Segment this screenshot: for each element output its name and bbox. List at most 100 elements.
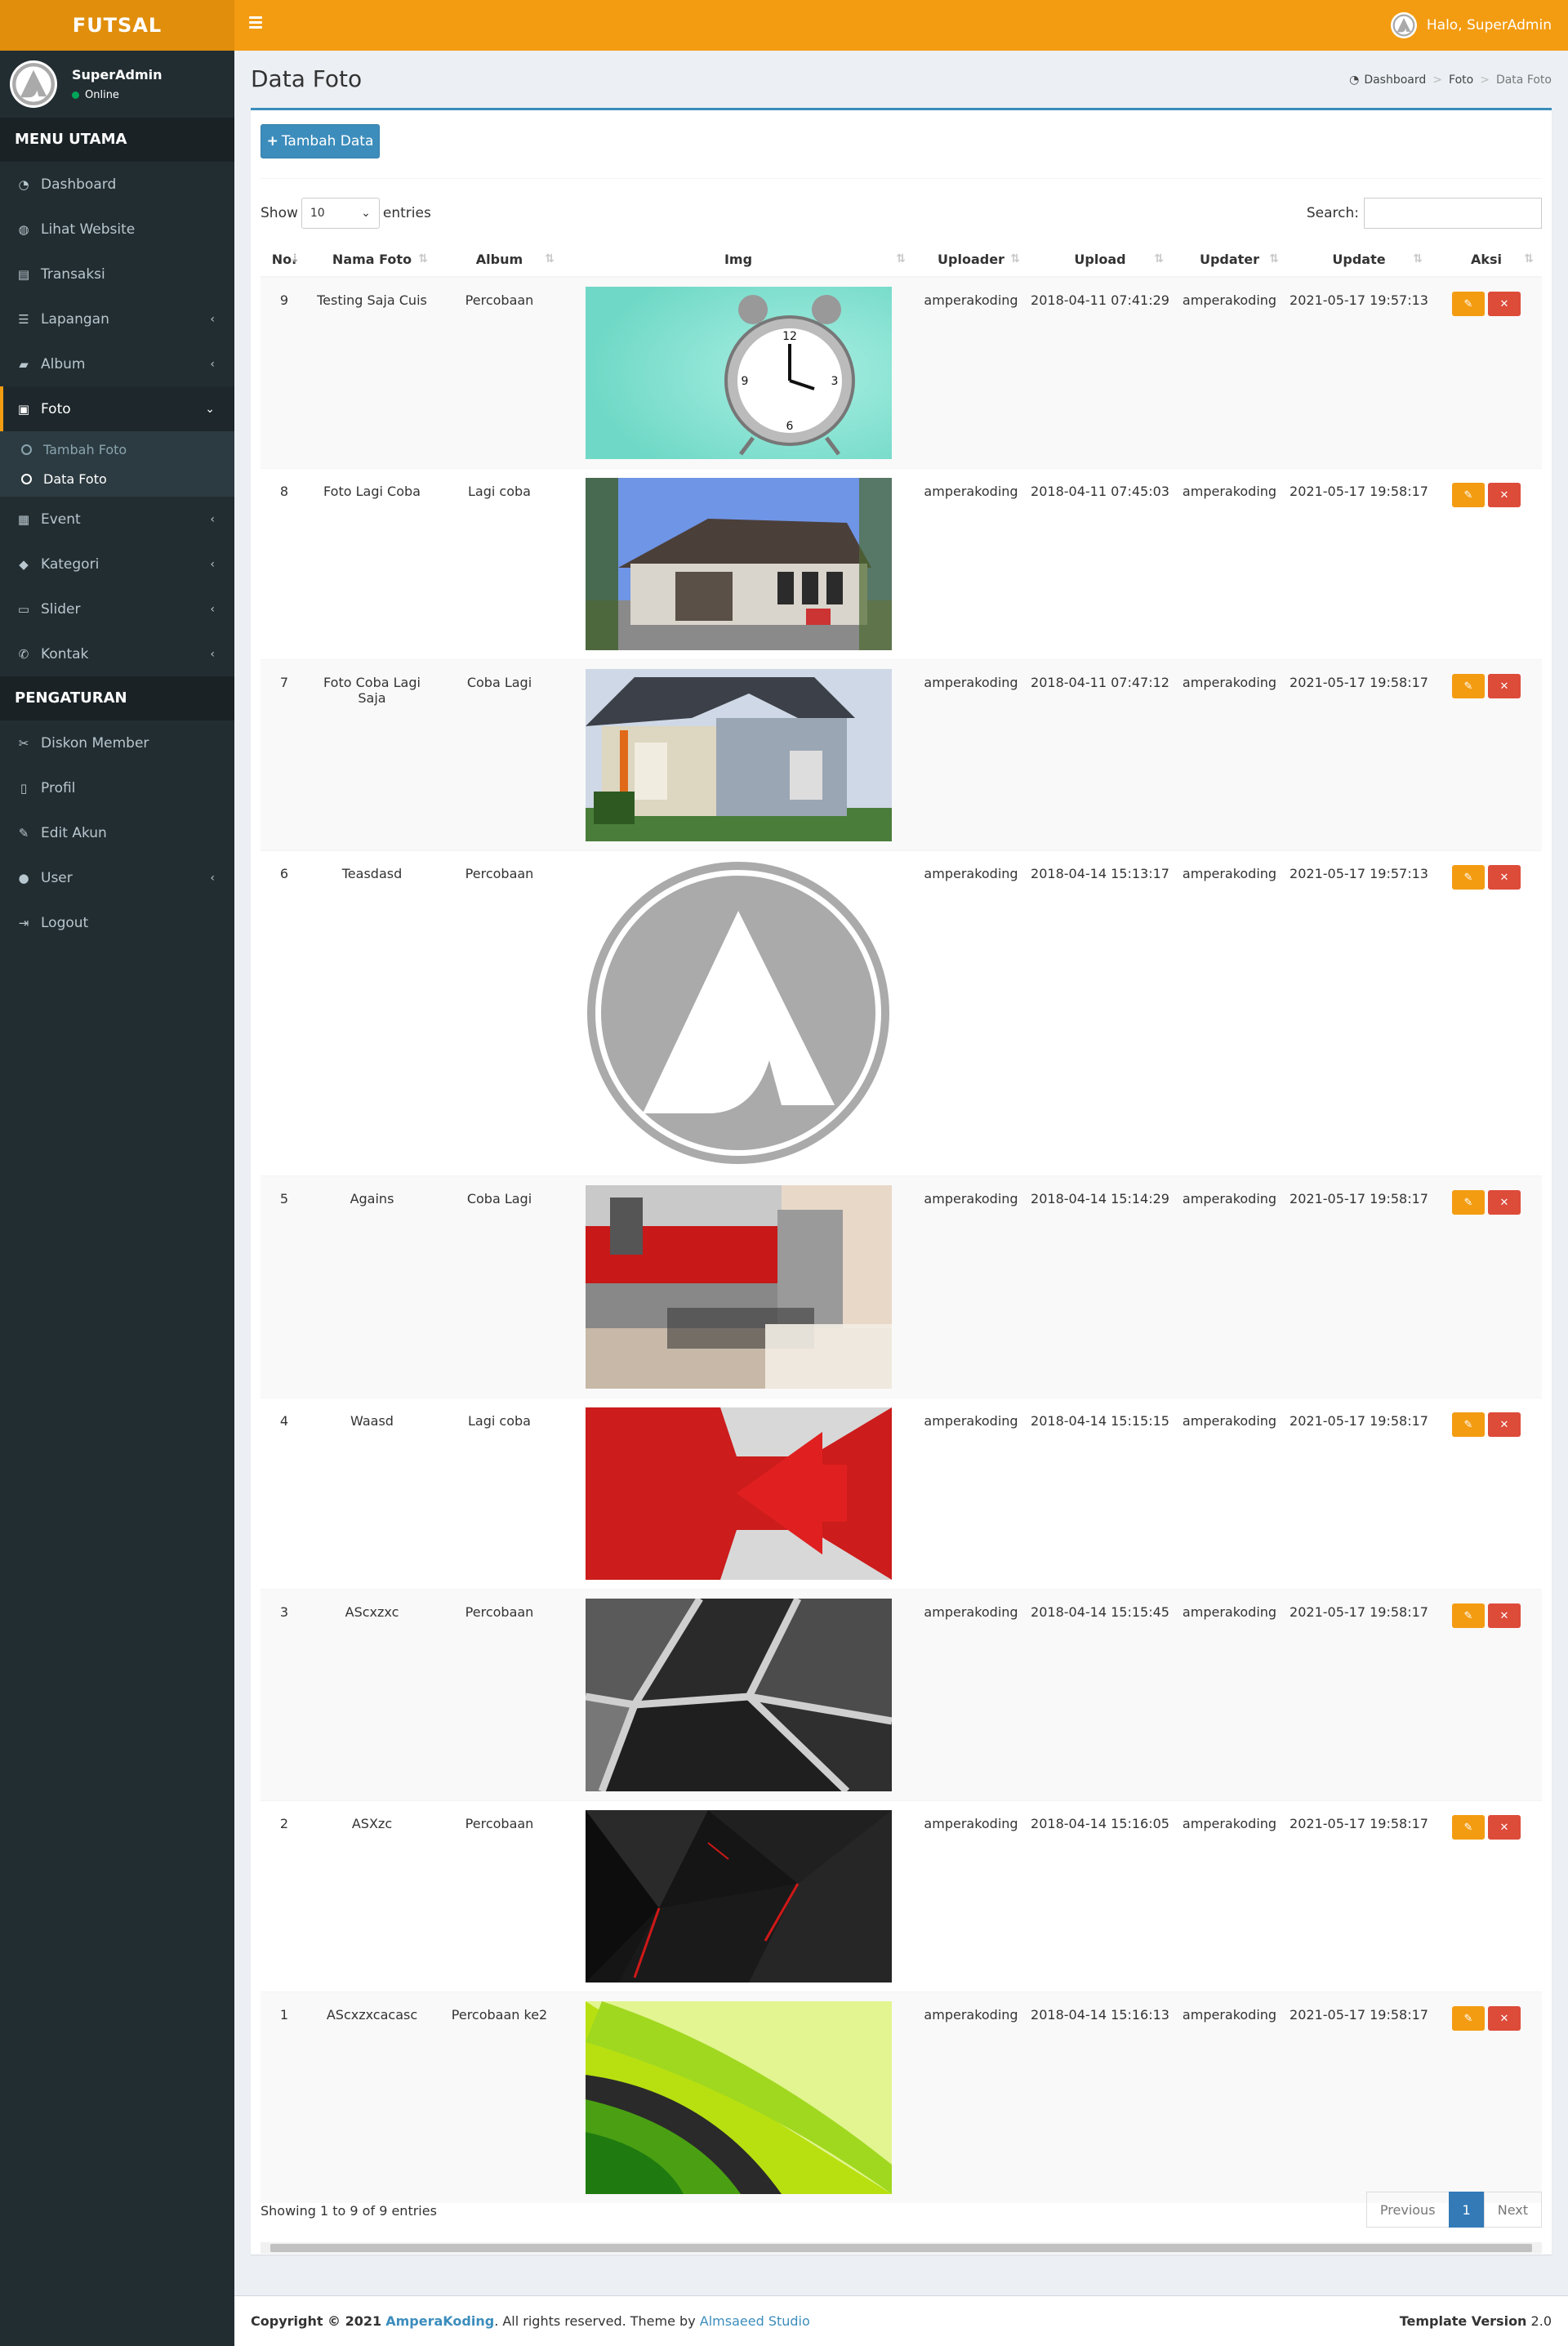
table-header-row: No. ⇣ Nama Foto ⇅ Album ⇅ Img ⇅ Uploader ⇅ Up… — [261, 243, 1542, 278]
sidebar-item-profil[interactable]: ▯ Profil — [0, 765, 234, 810]
column-header-img[interactable]: Img ⇅ — [563, 243, 914, 278]
cell-album: Percobaan — [436, 850, 563, 1176]
horizontal-scrollbar[interactable] — [261, 2242, 1542, 2254]
close-icon: ✕ — [1499, 1609, 1509, 1622]
cell-aksi: ✎ ✕ — [1431, 1800, 1542, 1992]
photo-thumbnail[interactable] — [585, 1810, 892, 1983]
sidebar-item-transaksi[interactable]: ▤ Transaksi — [0, 252, 234, 297]
user-menu[interactable]: Halo, SuperAdmin — [1390, 0, 1552, 51]
sidebar-item-album[interactable]: ▰ Album ‹ — [0, 341, 234, 386]
sidebar-item-label: Diskon Member — [41, 734, 149, 752]
table-row: 9 Testing Saja Cuis Percobaan 12 6 9 3 amperako… — [261, 276, 1542, 469]
sort-icon: ⇅ — [418, 252, 428, 265]
column-header-nama-foto[interactable]: Nama Foto ⇅ — [308, 243, 436, 278]
column-header-aksi[interactable]: Aksi ⇅ — [1431, 243, 1542, 278]
pagination-page[interactable]: 1 — [1448, 2192, 1485, 2228]
book-icon: ▤ — [17, 266, 30, 282]
sort-icon: ⇅ — [1010, 252, 1020, 265]
search-input[interactable] — [1364, 198, 1542, 229]
cell-updater: amperakoding — [1172, 1398, 1287, 1590]
sidebar-item-slider[interactable]: ▭ Slider ‹ — [0, 586, 234, 631]
photo-thumbnail[interactable] — [585, 2001, 892, 2194]
table-row: 5 Agains Coba Lagi amperakoding 2018-04-14 1… — [261, 1175, 1542, 1398]
edit-button[interactable]: ✎ — [1452, 1412, 1485, 1437]
sidebar-item-diskon-member[interactable]: ✂ Diskon Member — [0, 720, 234, 765]
pencil-icon: ✎ — [1463, 1196, 1473, 1209]
cell-aksi: ✎ ✕ — [1431, 850, 1542, 1176]
delete-button[interactable]: ✕ — [1488, 292, 1521, 316]
sign-out-icon: ⇥ — [18, 915, 29, 930]
sidebar-item-logout[interactable]: ⇥ Logout — [0, 900, 234, 945]
column-header-no[interactable]: No. ⇣ — [261, 243, 308, 278]
edit-icon: ✎ — [18, 825, 29, 841]
photo-thumbnail[interactable]: 12 6 9 3 — [585, 287, 892, 459]
breadcrumb-dashboard[interactable]: Dashboard — [1364, 74, 1426, 87]
pagination-previous[interactable]: Previous — [1365, 2192, 1450, 2228]
pagination: Previous 1 Next — [1365, 2192, 1542, 2228]
delete-button[interactable]: ✕ — [1488, 483, 1521, 507]
edit-button[interactable]: ✎ — [1452, 674, 1485, 698]
column-header-updater[interactable]: Updater ⇅ — [1172, 243, 1287, 278]
sidebar-item-edit-akun[interactable]: ✎ Edit Akun — [0, 810, 234, 855]
pencil-icon: ✎ — [1463, 680, 1473, 693]
sidebar-subitem-data-foto[interactable]: Data Foto — [0, 464, 234, 493]
edit-button[interactable]: ✎ — [1452, 865, 1485, 890]
pencil-icon: ✎ — [1463, 1609, 1473, 1622]
sidebar-item-dashboard[interactable]: ◔ Dashboard — [0, 162, 234, 207]
footer-theme-link[interactable]: Almsaeed Studio — [700, 2313, 810, 2329]
sidebar-item-event[interactable]: ▦ Event ‹ — [0, 497, 234, 542]
photo-thumbnail[interactable] — [585, 1185, 892, 1389]
pencil-icon: ✎ — [1463, 2012, 1473, 2025]
close-icon: ✕ — [1499, 1418, 1509, 1431]
avatar — [1390, 12, 1417, 38]
user-greeting: Halo, SuperAdmin — [1426, 17, 1552, 33]
sidebar-item-label: Event — [41, 511, 81, 528]
delete-button[interactable]: ✕ — [1488, 1190, 1521, 1215]
delete-button[interactable]: ✕ — [1488, 674, 1521, 698]
entries-select[interactable]: 10 ⌄ — [301, 198, 380, 229]
sidebar-item-user[interactable]: ● User ‹ — [0, 855, 234, 900]
delete-button[interactable]: ✕ — [1488, 865, 1521, 890]
photo-thumbnail[interactable] — [585, 1407, 892, 1580]
sidebar-toggle-icon[interactable] — [249, 16, 262, 29]
column-header-upload[interactable]: Upload ⇅ — [1028, 243, 1172, 278]
sidebar-item-kontak[interactable]: ✆ Kontak ‹ — [0, 631, 234, 676]
edit-button[interactable]: ✎ — [1452, 1603, 1485, 1628]
photo-thumbnail[interactable] — [585, 1599, 892, 1791]
edit-button[interactable]: ✎ — [1452, 2006, 1485, 2031]
user-icon: ● — [18, 870, 29, 885]
add-data-button[interactable]: + Tambah Data — [261, 124, 380, 158]
app-logo[interactable]: FUTSAL — [0, 0, 234, 51]
edit-button[interactable]: ✎ — [1452, 1190, 1485, 1215]
breadcrumb-foto[interactable]: Foto — [1449, 74, 1473, 87]
sidebar-subitem-tambah-foto[interactable]: Tambah Foto — [0, 435, 234, 464]
pagination-next[interactable]: Next — [1483, 2192, 1542, 2228]
phone-icon: ✆ — [18, 646, 29, 662]
cell-update: 2021-05-17 19:58:17 — [1287, 1398, 1431, 1590]
sidebar-item-foto[interactable]: ▣ Foto ⌄ — [0, 386, 234, 431]
edit-button[interactable]: ✎ — [1452, 483, 1485, 507]
photo-thumbnail[interactable] — [585, 860, 892, 1166]
add-data-label: Tambah Data — [281, 133, 374, 149]
photo-thumbnail[interactable] — [585, 478, 892, 650]
sidebar-item-kategori[interactable]: ◆ Kategori ‹ — [0, 542, 234, 586]
edit-button[interactable]: ✎ — [1452, 1815, 1485, 1840]
column-header-update[interactable]: Update ⇅ — [1287, 243, 1431, 278]
column-header-uploader[interactable]: Uploader ⇅ — [914, 243, 1028, 278]
cell-update: 2021-05-17 19:58:17 — [1287, 1991, 1431, 2203]
photo-thumbnail[interactable] — [585, 669, 892, 841]
footer-brand-link[interactable]: AmperaKoding — [385, 2313, 494, 2329]
cell-no: 1 — [261, 1991, 308, 2203]
cell-upload: 2018-04-11 07:47:12 — [1028, 659, 1172, 851]
svg-text:12: 12 — [782, 330, 797, 343]
column-header-album[interactable]: Album ⇅ — [436, 243, 563, 278]
sidebar-item-lihat-website[interactable]: ◍ Lihat Website — [0, 207, 234, 252]
cell-img — [563, 1800, 914, 1992]
sort-icon: ⇅ — [896, 252, 906, 265]
edit-button[interactable]: ✎ — [1452, 292, 1485, 316]
delete-button[interactable]: ✕ — [1488, 2006, 1521, 2031]
delete-button[interactable]: ✕ — [1488, 1815, 1521, 1840]
sidebar-item-lapangan[interactable]: ☰ Lapangan ‹ — [0, 297, 234, 341]
delete-button[interactable]: ✕ — [1488, 1412, 1521, 1437]
delete-button[interactable]: ✕ — [1488, 1603, 1521, 1628]
